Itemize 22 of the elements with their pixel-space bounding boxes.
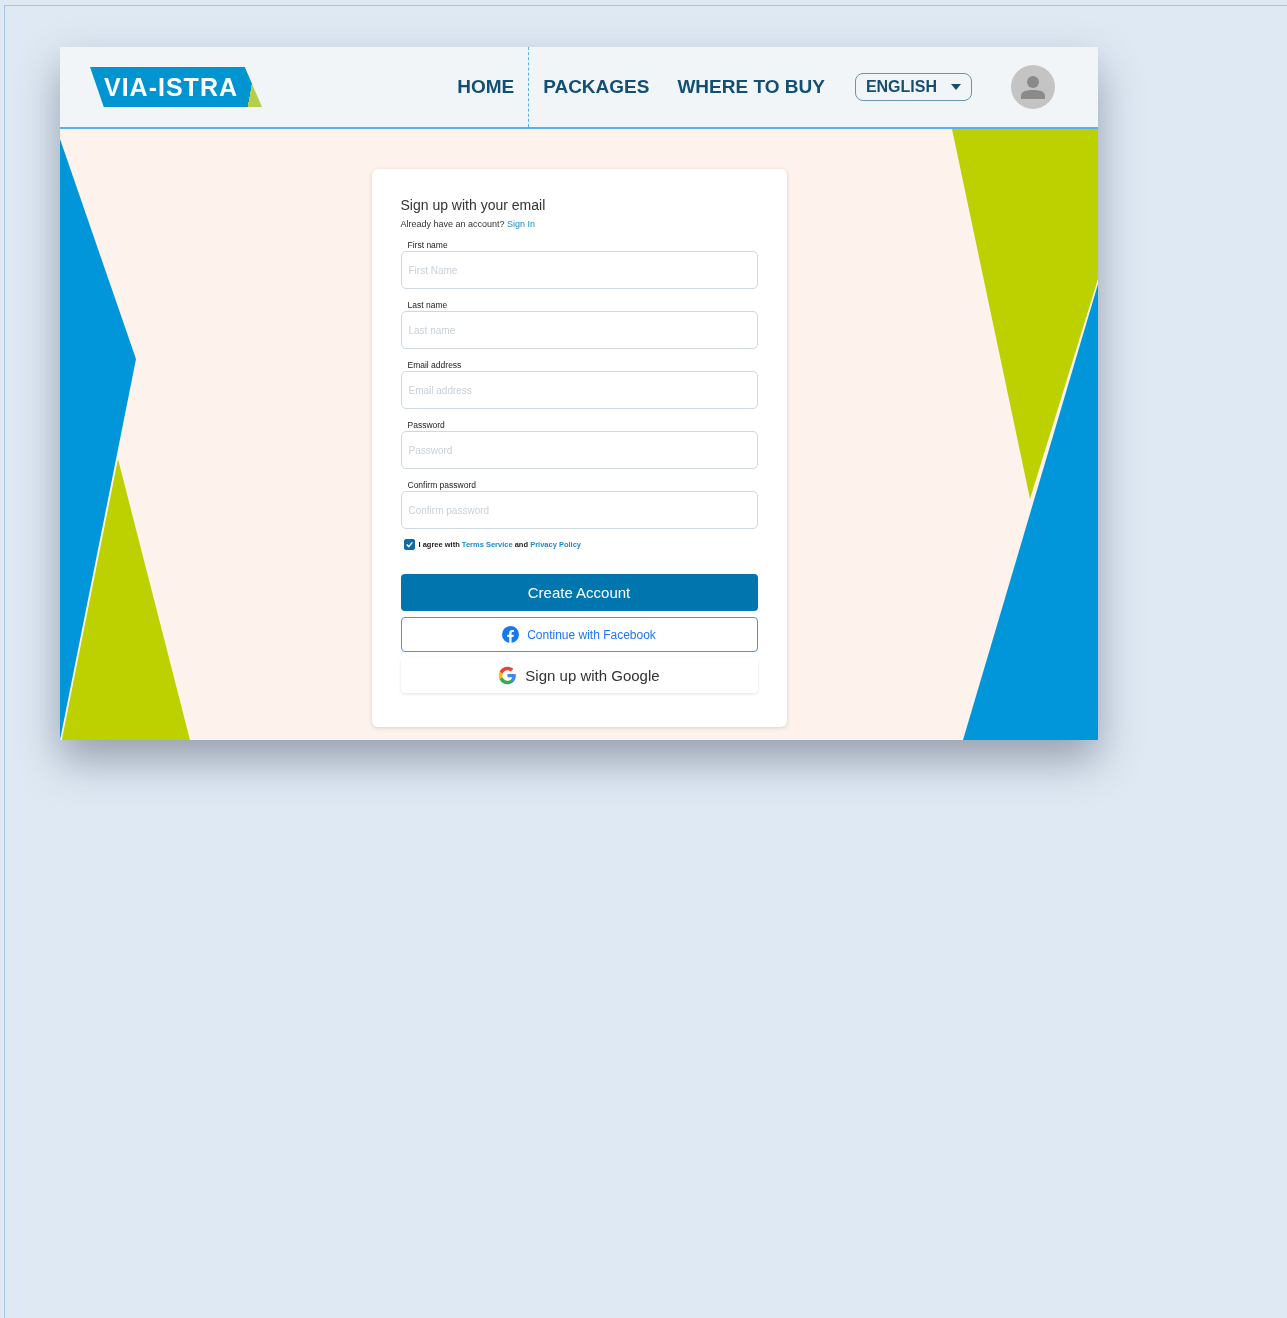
facebook-button[interactable]: Continue with Facebook <box>400 617 758 652</box>
form-title: Sign up with your email <box>400 197 547 213</box>
google-icon <box>498 666 518 685</box>
nav-link[interactable]: PACKAGES <box>529 47 664 127</box>
avatar[interactable] <box>1011 65 1055 109</box>
user-icon <box>1021 75 1045 99</box>
field-label: First name <box>407 240 449 250</box>
field-label: Password <box>407 420 446 430</box>
nav-link[interactable]: WHERE TO BUY <box>663 47 839 127</box>
field-label: Email address <box>407 360 463 370</box>
facebook-icon <box>502 626 520 643</box>
language-dropdown[interactable]: ENGLISH <box>854 73 972 101</box>
signin-link[interactable]: Sign In <box>507 219 536 229</box>
agree-checkbox[interactable] <box>403 539 415 550</box>
logo[interactable]: VIA-ISTRA <box>90 67 262 107</box>
google-button[interactable]: Sign up with Google <box>400 658 758 693</box>
create-account-button[interactable]: Create Account <box>400 574 758 611</box>
caret-icon <box>951 84 961 90</box>
field-label: Confirm password <box>407 480 477 490</box>
nav-link[interactable]: HOME <box>443 47 530 127</box>
signin-prompt: Already have an account? Sign In <box>400 219 537 229</box>
field-label: Last name <box>407 300 449 310</box>
